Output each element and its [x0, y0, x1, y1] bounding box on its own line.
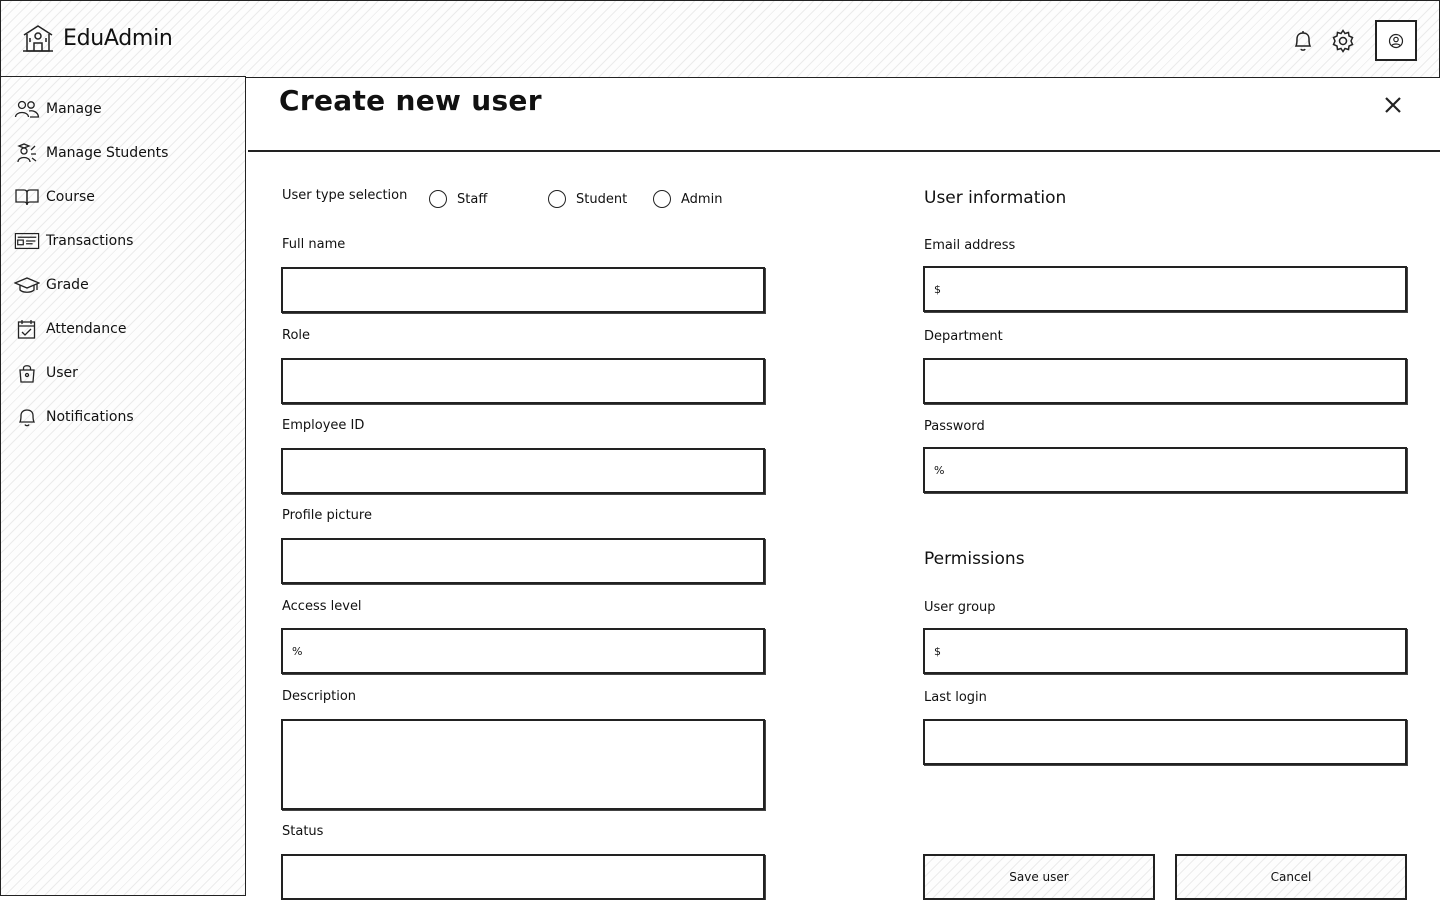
book-icon — [14, 186, 40, 208]
main-content: Create new user User type selection Staf… — [248, 78, 1440, 900]
save-user-button[interactable]: Save user — [923, 854, 1155, 900]
school-logo-icon — [21, 23, 55, 53]
graduation-cap-icon — [14, 274, 40, 296]
sidebar-item-notifications[interactable]: Notifications — [14, 406, 134, 428]
department-input[interactable] — [923, 358, 1407, 404]
permissions-heading: Permissions — [924, 549, 1025, 569]
radio-student[interactable]: Student — [548, 190, 627, 208]
cancel-button[interactable]: Cancel — [1175, 854, 1407, 900]
sidebar-item-manage[interactable]: Manage — [14, 98, 102, 120]
bell-icon — [14, 406, 40, 428]
access-level-input[interactable]: % — [281, 628, 765, 674]
sidebar-item-grade[interactable]: Grade — [14, 274, 89, 296]
radio-label: Staff — [457, 191, 488, 207]
profile-picture-input[interactable] — [281, 538, 765, 584]
sidebar-item-user[interactable]: User — [14, 362, 78, 384]
access-level-label: Access level — [282, 599, 362, 614]
page-title: Create new user — [279, 84, 542, 117]
status-label: Status — [282, 824, 324, 839]
sidebar-item-label: User — [46, 365, 78, 381]
bag-icon — [14, 362, 40, 384]
user-information-heading: User information — [924, 188, 1067, 208]
sidebar-item-course[interactable]: Course — [14, 186, 95, 208]
full-name-label: Full name — [282, 237, 346, 252]
profile-picture-label: Profile picture — [282, 508, 372, 523]
role-label: Role — [282, 328, 311, 343]
sidebar-item-transactions[interactable]: Transactions — [14, 230, 133, 252]
users-icon — [14, 98, 40, 120]
password-label: Password — [924, 419, 985, 434]
sidebar-item-label: Transactions — [46, 233, 134, 249]
radio-circle — [653, 190, 671, 208]
description-label: Description — [282, 689, 357, 704]
sidebar-item-manage-students[interactable]: Manage Students — [14, 142, 168, 164]
gear-icon[interactable] — [1330, 28, 1356, 54]
password-input[interactable]: % — [923, 447, 1407, 493]
last-login-label: Last login — [924, 690, 987, 705]
calendar-check-icon — [14, 318, 40, 340]
sidebar-item-label: Grade — [46, 277, 89, 293]
profile-button[interactable] — [1375, 20, 1417, 61]
user-group-input[interactable]: $ — [923, 628, 1407, 674]
last-login-input[interactable] — [923, 719, 1407, 765]
app-title: EduAdmin — [63, 25, 173, 51]
title-divider — [248, 150, 1440, 152]
department-label: Department — [924, 329, 1003, 344]
role-input[interactable] — [281, 358, 765, 404]
sidebar: Manage Manage Students Course Transactio… — [0, 76, 246, 896]
email-label: Email address — [924, 238, 1016, 253]
brand[interactable]: EduAdmin — [21, 23, 173, 53]
user-group-label: User group — [924, 600, 996, 615]
full-name-input[interactable] — [281, 267, 765, 313]
close-icon[interactable] — [1382, 94, 1404, 116]
top-header: EduAdmin — [0, 0, 1440, 78]
user-circle-icon — [1388, 33, 1404, 49]
radio-circle — [548, 190, 566, 208]
sidebar-item-label: Course — [46, 189, 95, 205]
sidebar-item-attendance[interactable]: Attendance — [14, 318, 126, 340]
employee-id-label: Employee ID — [282, 418, 365, 433]
sidebar-item-label: Manage — [46, 101, 102, 117]
employee-id-input[interactable] — [281, 448, 765, 494]
sidebar-item-label: Attendance — [46, 321, 127, 337]
status-input[interactable] — [281, 854, 765, 900]
radio-circle — [429, 190, 447, 208]
bell-icon[interactable] — [1290, 28, 1316, 54]
user-type-label: User type selection — [282, 188, 408, 203]
card-icon — [14, 230, 40, 252]
sidebar-item-label: Notifications — [46, 409, 134, 425]
student-icon — [14, 142, 40, 164]
sidebar-item-label: Manage Students — [46, 145, 169, 161]
radio-staff[interactable]: Staff — [429, 190, 487, 208]
radio-label: Student — [576, 191, 628, 207]
radio-admin[interactable]: Admin — [653, 190, 722, 208]
email-input[interactable]: $ — [923, 266, 1407, 312]
radio-label: Admin — [681, 191, 723, 207]
description-textarea[interactable] — [281, 719, 765, 810]
